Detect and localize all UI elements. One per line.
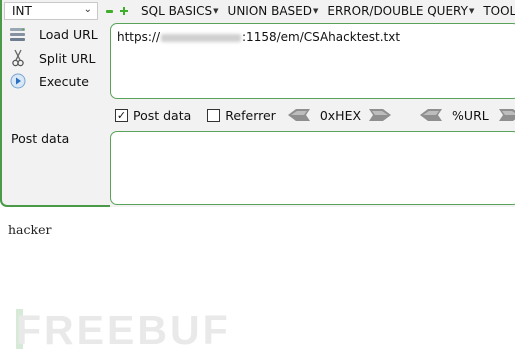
injection-type-value: INT (12, 4, 32, 18)
menu-error-double-query[interactable]: ERROR/DOUBLE QUERY ▼ (327, 4, 474, 18)
post-data-checkbox-label: Post data (133, 107, 192, 123)
load-url-button[interactable]: Load URL (8, 24, 108, 44)
menu-sql-basics[interactable]: SQL BASICS ▼ (141, 4, 219, 18)
post-data-label: Post data (11, 131, 70, 146)
menu-label: TOOLS (483, 4, 515, 18)
menu-bar: SQL BASICS ▼ UNION BASED ▼ ERROR/DOUBLE QU… (104, 2, 515, 20)
execute-label: Execute (39, 73, 89, 89)
menu-label: SQL BASICS (141, 4, 213, 18)
options-row: ✓ Post data Referrer 0xHEX %URL (115, 106, 515, 124)
redacted-host (161, 33, 242, 42)
menu-union-based[interactable]: UNION BASED ▼ (228, 4, 319, 18)
scissors-icon (8, 49, 28, 67)
menu-label: UNION BASED (227, 4, 312, 18)
caret-down-icon: ▼ (312, 7, 319, 15)
hex-encode-arrow-icon[interactable] (369, 109, 392, 121)
post-data-checkbox[interactable]: ✓ (115, 108, 128, 122)
url-field[interactable]: https:// :1158/em/CSAhacktest.txt (110, 23, 515, 99)
caret-down-icon: ▼ (213, 7, 219, 15)
page-output-text: hacker (8, 222, 52, 237)
caret-down-icon: ▼ (468, 7, 475, 15)
referrer-checkbox-label: Referrer (225, 107, 276, 123)
url-encode-arrow-icon[interactable] (498, 109, 515, 121)
post-data-field[interactable] (110, 131, 515, 205)
split-url-button[interactable]: Split URL (8, 48, 108, 68)
decrease-icon[interactable] (104, 6, 114, 16)
injection-type-select[interactable]: INT ⌄ (4, 2, 98, 20)
url-prefix: https:// (117, 30, 161, 44)
chevron-down-icon: ⌄ (83, 4, 92, 15)
menu-tools[interactable]: TOOLS (483, 4, 515, 18)
url-suffix: :1158/em/CSAhacktest.txt (242, 30, 401, 44)
url-text: https:// :1158/em/CSAhacktest.txt (117, 30, 400, 44)
hex-decode-arrow-icon[interactable] (287, 109, 310, 121)
menu-label: ERROR/DOUBLE QUERY (327, 4, 468, 18)
url-encode-label: %URL (452, 107, 489, 123)
execute-button[interactable]: Execute (8, 71, 108, 91)
load-url-icon (8, 25, 28, 43)
url-decode-arrow-icon[interactable] (420, 109, 443, 121)
watermark-logo: FREEBUF (16, 307, 231, 353)
load-url-label: Load URL (39, 26, 98, 42)
increase-icon[interactable] (119, 6, 129, 16)
hex-label: 0xHEX (319, 107, 362, 123)
play-icon (8, 72, 28, 90)
referrer-checkbox[interactable] (207, 108, 221, 122)
split-url-label: Split URL (39, 50, 96, 66)
